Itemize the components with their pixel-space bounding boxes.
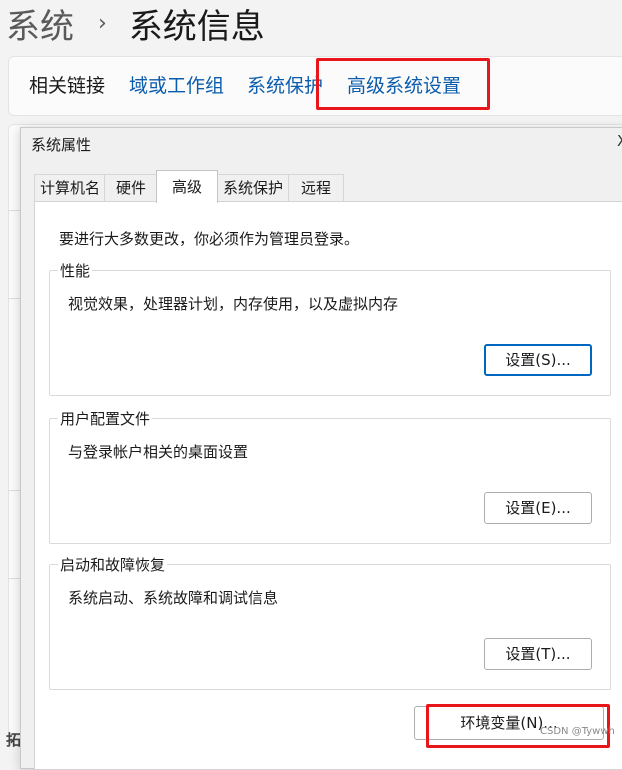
user-profiles-settings-button[interactable]: 设置(E)... (484, 492, 592, 524)
performance-settings-button[interactable]: 设置(S)... (484, 344, 592, 376)
breadcrumb-separator-icon: › (98, 10, 107, 36)
tab-system-protection[interactable]: 系统保护 (216, 174, 290, 202)
watermark: CSDN @Tywwh (540, 726, 615, 737)
system-properties-dialog: 系统属性 X 计算机名 硬件 高级 系统保护 远程 要进行大多数更改，你必须作为… (20, 127, 622, 770)
performance-group: 性能 视觉效果，处理器计划，内存使用，以及虚拟内存 设置(S)... (49, 260, 611, 396)
user-profiles-label: 用户配置文件 (58, 408, 153, 429)
admin-notice: 要进行大多数更改，你必须作为管理员登录。 (59, 230, 360, 248)
background-partial-text: 拓 (6, 731, 22, 749)
performance-label: 性能 (58, 260, 93, 281)
breadcrumb-parent[interactable]: 系统 (6, 0, 74, 48)
user-profiles-group: 用户配置文件 与登录帐户相关的桌面设置 设置(E)... (49, 408, 611, 544)
highlight-advanced-settings (316, 58, 490, 110)
startup-recovery-label: 启动和故障恢复 (58, 554, 168, 575)
breadcrumb: 系统 › 系统信息 (6, 0, 265, 48)
background-divider (8, 298, 20, 299)
tab-computer-name[interactable]: 计算机名 (34, 174, 106, 202)
user-profiles-description: 与登录帐户相关的桌面设置 (68, 443, 249, 461)
background-divider (8, 578, 20, 579)
tab-content-advanced: 要进行大多数更改，你必须作为管理员登录。 性能 视觉效果，处理器计划，内存使用，… (34, 201, 622, 770)
background-divider (8, 210, 20, 211)
performance-description: 视觉效果，处理器计划，内存使用，以及虚拟内存 (68, 295, 399, 313)
tab-remote[interactable]: 远程 (288, 174, 344, 202)
close-icon[interactable]: X (617, 132, 622, 150)
startup-recovery-description: 系统启动、系统故障和调试信息 (68, 589, 279, 607)
link-domain-workgroup[interactable]: 域或工作组 (129, 71, 224, 98)
startup-recovery-settings-button[interactable]: 设置(T)... (484, 638, 592, 670)
startup-recovery-group: 启动和故障恢复 系统启动、系统故障和调试信息 设置(T)... (49, 554, 611, 690)
tab-advanced[interactable]: 高级 (156, 170, 218, 203)
link-system-protection[interactable]: 系统保护 (247, 71, 323, 98)
background-divider (8, 490, 20, 491)
related-links-label: 相关链接 (29, 75, 106, 97)
related-links-bar: 相关链接 域或工作组 系统保护 高级系统设置 (8, 56, 622, 116)
tab-hardware[interactable]: 硬件 (104, 174, 158, 202)
dialog-title: 系统属性 (31, 136, 92, 154)
page-title: 系统信息 (128, 6, 265, 47)
